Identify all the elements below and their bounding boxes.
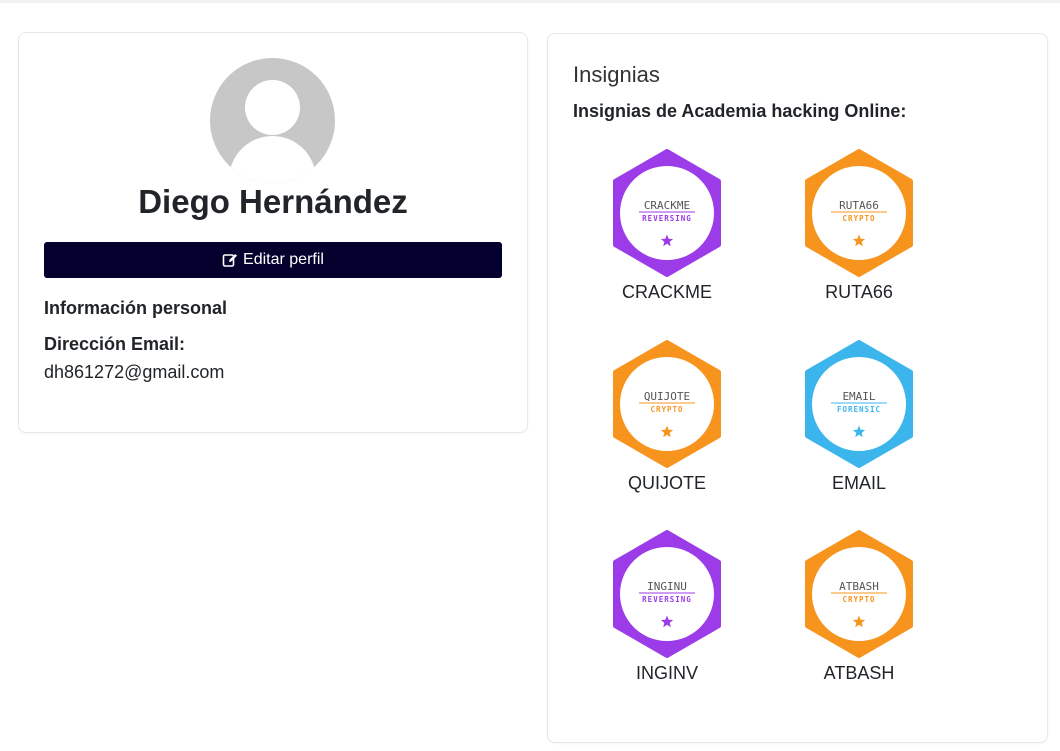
badge-emblem-title: QUIJOTE [644, 390, 690, 403]
badge-name: EMAIL [831, 473, 887, 493]
badge-name: CRACKME [621, 282, 712, 302]
email-label: Dirección Email: [44, 334, 186, 354]
badge-crackme[interactable]: CRACKME REVERSING CRACKME [592, 149, 742, 319]
badge-emblem-title: CRACKME [644, 199, 690, 212]
edit-profile-label: Editar perfil [243, 251, 324, 268]
badges-card: Insignias Insignias de Academia hacking … [547, 33, 1048, 743]
badge-ruta66[interactable]: RUTA66 CRYPTO RUTA66 [784, 149, 934, 319]
badge-emblem-title: EMAIL [842, 390, 875, 403]
personal-info-heading: Información personal [44, 298, 228, 318]
badge-emblem-title: RUTA66 [839, 199, 879, 212]
badge-quijote[interactable]: QUIJOTE CRYPTO QUIJOTE [592, 340, 742, 510]
edit-profile-button[interactable]: Editar perfil [44, 242, 502, 278]
badge-emblem-category: CRYPTO [842, 595, 875, 604]
badge-emblem-category: CRYPTO [842, 214, 875, 223]
badge-emblem-title: ATBASH [839, 580, 879, 593]
profile-card: Diego Hernández Editar perfil Informació… [18, 32, 528, 433]
badge-emblem-category: REVERSING [642, 214, 692, 223]
badge-inginv[interactable]: INGINU REVERSING INGINV [592, 530, 742, 700]
badge-emblem-icon: RUTA66 CRYPTO [805, 149, 913, 277]
badge-emblem-category: REVERSING [642, 595, 692, 604]
profile-name: Diego Hernández [138, 183, 408, 220]
badge-name: ATBASH [823, 663, 895, 683]
badge-emblem-icon: EMAIL FORENSIC [805, 340, 913, 468]
badges-subtitle: Insignias de Academia hacking Online: [573, 101, 907, 121]
avatar [210, 58, 335, 183]
badge-emblem-category: CRYPTO [650, 405, 683, 414]
badge-emblem-icon: ATBASH CRYPTO [805, 530, 913, 658]
badge-email[interactable]: EMAIL FORENSIC EMAIL [784, 340, 934, 510]
badge-atbash[interactable]: ATBASH CRYPTO ATBASH [784, 530, 934, 700]
badge-emblem-icon: CRACKME REVERSING [613, 149, 721, 277]
top-border [0, 0, 1060, 3]
badge-emblem-icon: QUIJOTE CRYPTO [613, 340, 721, 468]
badge-emblem-icon: INGINU REVERSING [613, 530, 721, 658]
badges-title: Insignias [573, 62, 660, 87]
badge-name: RUTA66 [825, 282, 893, 302]
edit-icon [222, 254, 238, 267]
email-value: dh861272@gmail.com [44, 362, 225, 382]
badge-emblem-title: INGINU [647, 580, 687, 593]
avatar-shoulders-shape [229, 136, 316, 183]
badge-emblem-category: FORENSIC [837, 405, 881, 414]
badge-name: INGINV [635, 663, 698, 683]
avatar-head-shape [245, 80, 300, 135]
badge-name: QUIJOTE [627, 473, 706, 493]
